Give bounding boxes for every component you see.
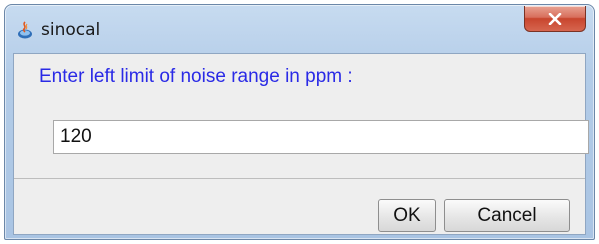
prompt-label: Enter left limit of noise range in ppm : xyxy=(39,66,353,87)
dialog-content: Enter left limit of noise range in ppm :… xyxy=(13,53,589,235)
ok-button[interactable]: OK xyxy=(378,199,436,232)
cancel-button[interactable]: Cancel xyxy=(444,199,570,232)
title-bar[interactable]: sinocal xyxy=(5,5,594,53)
window-title: sinocal xyxy=(41,20,101,40)
button-separator xyxy=(14,178,585,179)
dialog-window: sinocal Enter left limit of noise range … xyxy=(4,4,595,240)
noise-limit-input[interactable] xyxy=(53,120,589,154)
java-app-icon xyxy=(17,21,33,39)
close-button[interactable] xyxy=(524,6,586,32)
close-x-icon xyxy=(548,12,562,25)
